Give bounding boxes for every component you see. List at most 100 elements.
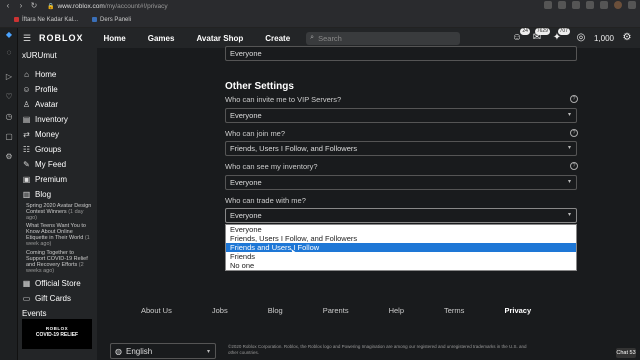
trade-option[interactable]: No one bbox=[226, 261, 576, 270]
trade-dropdown[interactable]: Everyone ▾ bbox=[225, 208, 577, 223]
robux-icon[interactable]: ◎ bbox=[574, 31, 588, 45]
blog-post-link[interactable]: Coming Together to Support COVID-19 Reli… bbox=[26, 250, 92, 274]
clock-icon[interactable]: ◷ bbox=[4, 112, 14, 122]
sidebar-item-gift-cards[interactable]: ▭ Gift Cards bbox=[22, 294, 71, 303]
trade-option[interactable]: Friends bbox=[226, 252, 576, 261]
chevron-down-icon: ▾ bbox=[567, 179, 571, 185]
blog-post-link[interactable]: What Teens Want You to Know About Online… bbox=[26, 223, 92, 247]
back-icon[interactable]: ‹ bbox=[3, 1, 13, 11]
inventory-visibility-dropdown[interactable]: Everyone ▾ bbox=[225, 175, 577, 190]
premium-icon: ▣ bbox=[22, 175, 31, 184]
extension-icon[interactable] bbox=[572, 1, 580, 9]
sidebar-item-premium[interactable]: ▣ Premium bbox=[22, 175, 67, 184]
robux-balance[interactable]: 1,000 bbox=[594, 34, 614, 43]
bookmark-item[interactable]: Ders Paneli bbox=[92, 17, 131, 23]
sidebar-item-home[interactable]: ⌂ Home bbox=[22, 70, 56, 79]
extension-icon[interactable] bbox=[600, 1, 608, 9]
menu-icon[interactable] bbox=[628, 1, 636, 9]
bookmark-favicon-icon bbox=[92, 17, 98, 22]
footer-link-about-us[interactable]: About Us bbox=[141, 306, 172, 315]
cube-icon[interactable]: ▢ bbox=[4, 132, 14, 142]
join-me-dropdown[interactable]: Friends, Users I Follow, and Followers ▾ bbox=[225, 141, 577, 156]
setting-label: Who can join me? bbox=[225, 129, 286, 138]
privacy-settings-panel: Everyone Other Settings Who can invite m… bbox=[97, 46, 640, 360]
nav-home[interactable]: Home bbox=[104, 34, 126, 43]
browser-address-bar: ‹ › ↻ 🔒 www.roblox.com/my/account#!/priv… bbox=[0, 0, 640, 12]
setting-label: Who can see my inventory? bbox=[225, 162, 318, 171]
nav-create[interactable]: Create bbox=[265, 34, 290, 43]
event-banner[interactable]: ROBLOX COVID-19 RELIEF bbox=[22, 319, 92, 349]
profile-avatar-icon[interactable] bbox=[614, 1, 622, 9]
sidebar-item-blog[interactable]: ▥ Blog bbox=[22, 190, 51, 199]
footer-link-privacy[interactable]: Privacy bbox=[504, 306, 531, 315]
trade-option[interactable]: Everyone bbox=[226, 225, 576, 234]
blog-post-link[interactable]: Spring 2020 Avatar Design Contest Winner… bbox=[26, 203, 92, 221]
footer-links: About Us Jobs Blog Parents Help Terms Pr… bbox=[141, 306, 571, 315]
settings-gear-icon[interactable]: ⚙ bbox=[620, 31, 634, 45]
store-icon: ▦ bbox=[22, 279, 31, 288]
bookmark-item[interactable]: İftara Ne Kadar Kal... bbox=[14, 17, 78, 23]
trade-option[interactable]: Friends, Users I Follow, and Followers bbox=[226, 234, 576, 243]
app-icon[interactable]: ◆ bbox=[4, 30, 14, 40]
copyright-text: ©2020 Roblox Corporation. Roblox, the Ro… bbox=[228, 344, 527, 355]
search-placeholder: Search bbox=[318, 33, 342, 43]
bookmark-favicon-icon bbox=[14, 17, 19, 22]
forward-icon[interactable]: › bbox=[16, 1, 26, 11]
language-selector[interactable]: ◍ English ▾ bbox=[110, 343, 216, 359]
blog-icon: ▥ bbox=[22, 190, 31, 199]
chat-icon[interactable]: ◌ bbox=[4, 48, 14, 58]
trade-option-highlighted[interactable]: Friends and Users I Follow bbox=[226, 243, 576, 252]
vip-servers-dropdown[interactable]: Everyone ▾ bbox=[225, 108, 577, 123]
gift-card-icon: ▭ bbox=[22, 294, 31, 303]
nav-games[interactable]: Games bbox=[148, 34, 175, 43]
chat-count: 53 bbox=[629, 350, 636, 356]
footer-link-help[interactable]: Help bbox=[389, 306, 404, 315]
friends-icon[interactable]: ☺ 24 bbox=[510, 28, 530, 45]
chevron-down-icon: ▾ bbox=[567, 212, 571, 218]
search-icon: ⌕ bbox=[310, 34, 315, 41]
extension-icon[interactable] bbox=[586, 1, 594, 9]
footer-link-parents[interactable]: Parents bbox=[323, 306, 349, 315]
extension-icon[interactable] bbox=[544, 1, 552, 9]
nav-avatar-shop[interactable]: Avatar Shop bbox=[196, 34, 243, 43]
hamburger-menu-icon[interactable]: ☰ bbox=[18, 33, 36, 44]
lock-icon[interactable]: 🔒 bbox=[47, 3, 54, 10]
footer-link-blog[interactable]: Blog bbox=[268, 306, 283, 315]
help-icon[interactable]: ? bbox=[570, 162, 578, 170]
privacy-dropdown-previous[interactable]: Everyone bbox=[225, 46, 577, 61]
roblox-logo[interactable]: ROBLOX bbox=[39, 33, 84, 43]
sidebar-item-inventory[interactable]: ▤ Inventory bbox=[22, 115, 68, 124]
chevron-down-icon: ▾ bbox=[206, 348, 210, 355]
home-icon: ⌂ bbox=[24, 70, 29, 79]
bookmarks-bar: İftara Ne Kadar Kal... Ders Paneli bbox=[0, 12, 640, 28]
messages-icon[interactable]: ✉ 7629 bbox=[530, 28, 550, 45]
friends-badge: 24 bbox=[520, 28, 530, 35]
footer-link-terms[interactable]: Terms bbox=[444, 306, 464, 315]
sidebar-item-money[interactable]: ⇄ Money bbox=[22, 130, 59, 139]
heart-icon[interactable]: ♡ bbox=[4, 92, 14, 102]
events-label: Events bbox=[22, 309, 47, 318]
side-icon-strip: ◆ ◌ ▷ ♡ ◷ ▢ ⚙ bbox=[0, 28, 18, 360]
help-icon[interactable]: ? bbox=[570, 95, 578, 103]
groups-icon: ☷ bbox=[22, 145, 31, 154]
sidebar-item-profile[interactable]: ☺ Profile bbox=[22, 85, 57, 94]
sidebar-item-groups[interactable]: ☷ Groups bbox=[22, 145, 61, 154]
chevron-down-icon: ▾ bbox=[567, 145, 571, 151]
section-title: Other Settings bbox=[225, 81, 294, 92]
play-icon[interactable]: ▷ bbox=[4, 72, 14, 82]
url-field[interactable]: www.roblox.com/my/account#!/privacy bbox=[57, 3, 167, 10]
gear-icon[interactable]: ⚙ bbox=[4, 152, 14, 162]
help-icon[interactable]: ? bbox=[570, 129, 578, 137]
sidebar-item-official-store[interactable]: ▦ Official Store bbox=[22, 279, 81, 288]
trade-options-list: Everyone Friends, Users I Follow, and Fo… bbox=[225, 224, 577, 271]
sidebar-item-avatar[interactable]: ♙ Avatar bbox=[22, 100, 58, 109]
sidebar-item-my-feed[interactable]: ✎ My Feed bbox=[22, 160, 66, 169]
notifications-icon[interactable]: ✦ 707 bbox=[550, 28, 570, 45]
money-icon: ⇄ bbox=[23, 130, 30, 139]
search-input[interactable]: ⌕ Search bbox=[306, 31, 461, 45]
extension-icon[interactable] bbox=[558, 1, 566, 9]
reload-icon[interactable]: ↻ bbox=[29, 1, 39, 11]
footer-link-jobs[interactable]: Jobs bbox=[212, 306, 228, 315]
chat-button[interactable]: Chat 53 bbox=[616, 348, 636, 358]
username[interactable]: xURUmut bbox=[22, 51, 57, 60]
